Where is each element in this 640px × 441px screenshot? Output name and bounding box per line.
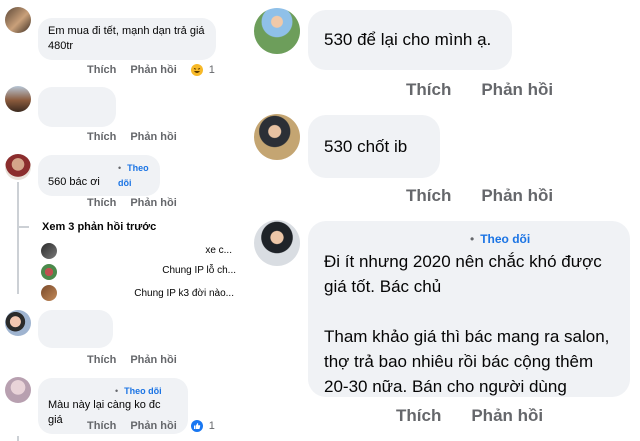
reply-button[interactable]: Phản hồi — [471, 406, 543, 426]
comment-actions: Thích Phản hồi — [396, 406, 543, 426]
reply-preview[interactable]: Chung IP lỗ ch... — [162, 265, 236, 276]
comment-text: 530 để lại cho mình ạ. — [324, 30, 492, 49]
avatar[interactable] — [254, 8, 300, 54]
reaction-summary[interactable]: 1 — [190, 420, 215, 432]
avatar[interactable] — [41, 243, 57, 259]
comment-actions: Thích Phản hồi 1 — [87, 64, 215, 76]
avatar[interactable] — [254, 114, 300, 160]
comment-bubble: • Theo dõi 560 bác ơi — [38, 155, 160, 196]
like-button[interactable]: Thích — [406, 80, 451, 100]
reply-preview[interactable]: Chung IP k3 đời nào... — [134, 288, 234, 299]
reaction-summary[interactable]: 1 — [190, 64, 215, 76]
reply-button[interactable]: Phản hồi — [481, 186, 553, 206]
comment-bubble: • Theo dõi Đi ít nhưng 2020 nên chắc khó … — [308, 221, 630, 397]
like-button[interactable]: Thích — [87, 131, 116, 143]
avatar[interactable] — [41, 264, 57, 280]
comment-text: Đi ít nhưng 2020 nên chắc khó được giá t… — [324, 252, 602, 296]
laughing-reaction-icon — [190, 64, 203, 76]
comment-actions: Thích Phản hồi — [406, 80, 553, 100]
like-reaction-icon — [190, 420, 203, 432]
like-button[interactable]: Thích — [87, 354, 116, 366]
like-button[interactable]: Thích — [406, 186, 451, 206]
follow-button[interactable]: Theo dõi — [480, 232, 530, 246]
thread-line — [17, 436, 19, 441]
avatar[interactable] — [41, 285, 57, 301]
avatar[interactable] — [254, 220, 300, 266]
comment-text: 530 chốt ib — [324, 137, 408, 156]
reply-button[interactable]: Phản hồi — [130, 131, 176, 143]
like-button[interactable]: Thích — [87, 420, 116, 432]
comment-actions: Thích Phản hồi — [87, 197, 177, 209]
reply-button[interactable]: Phản hồi — [130, 354, 176, 366]
reply-button[interactable]: Phản hồi — [130, 197, 176, 209]
comment-actions: Thích Phản hồi — [87, 354, 177, 366]
comment-text: Tham khảo giá thì bác mang ra salon, thợ… — [324, 327, 610, 396]
comment-bubble: 530 để lại cho mình ạ. — [308, 10, 512, 70]
show-previous-replies-link[interactable]: Xem 3 phản hồi trước — [42, 221, 156, 233]
comment-text: 560 bác ơi — [48, 176, 100, 188]
avatar[interactable] — [5, 154, 31, 180]
thread-line — [17, 182, 19, 294]
reply-preview[interactable]: xe c... — [205, 245, 232, 256]
comment-bubble: 530 chốt ib — [308, 115, 440, 178]
avatar[interactable] — [5, 86, 31, 112]
reaction-count: 1 — [208, 420, 215, 432]
reaction-count: 1 — [208, 64, 215, 76]
comment-text: Em mua đi tết, mạnh dạn trả giá 480tr — [48, 25, 205, 52]
left-comment-panel: Em mua đi tết, mạnh dạn trả giá 480tr Th… — [0, 0, 240, 441]
comment-bubble — [38, 87, 116, 127]
like-button[interactable]: Thích — [87, 64, 116, 76]
avatar[interactable] — [5, 7, 31, 33]
follow-button[interactable]: Theo dõi — [124, 386, 162, 396]
comment-bubble — [38, 310, 113, 348]
comment-actions: Thích Phản hồi — [406, 186, 553, 206]
comment-actions: Thích Phản hồi 1 — [87, 420, 215, 432]
like-button[interactable]: Thích — [87, 197, 116, 209]
comment-actions: Thích Phản hồi — [87, 131, 177, 143]
reply-button[interactable]: Phản hồi — [130, 64, 176, 76]
right-comment-panel: 530 để lại cho mình ạ. Thích Phản hồi 53… — [240, 0, 640, 441]
like-button[interactable]: Thích — [396, 406, 441, 426]
reply-button[interactable]: Phản hồi — [130, 420, 176, 432]
avatar[interactable] — [5, 310, 31, 336]
comment-bubble: Em mua đi tết, mạnh dạn trả giá 480tr — [38, 18, 216, 60]
avatar[interactable] — [5, 377, 31, 403]
thread-line — [17, 226, 29, 228]
reply-button[interactable]: Phản hồi — [481, 80, 553, 100]
follow-button[interactable]: Theo dõi — [118, 163, 149, 188]
